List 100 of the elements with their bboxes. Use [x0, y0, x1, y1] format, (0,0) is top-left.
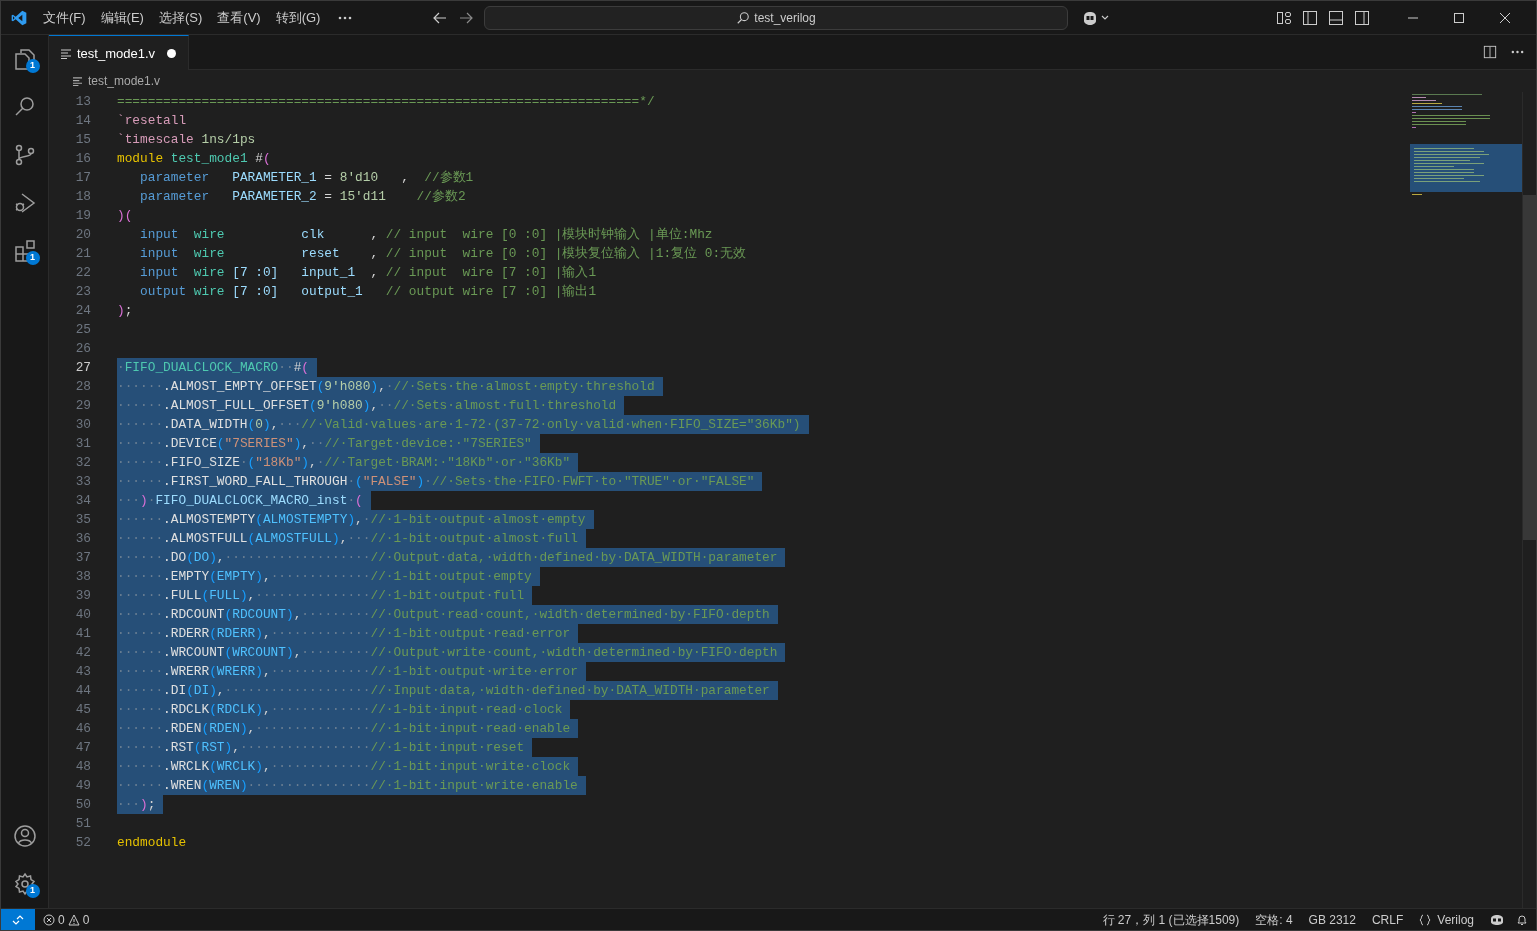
line-number: 50 [74, 796, 91, 814]
line-number: 31 [74, 435, 91, 453]
sidebar-toggle-icon[interactable] [1302, 9, 1318, 26]
line-number: 23 [74, 283, 91, 301]
line-number: 44 [74, 682, 91, 700]
status-item[interactable]: GB 2312 [1308, 910, 1356, 929]
code-line: parameter PARAMETER_2 = 15'd11 //参数2 [139, 189, 466, 204]
code-line: )( [117, 208, 133, 223]
badge-count: 1 [25, 251, 40, 265]
line-number: 48 [74, 758, 91, 776]
code-line: ······.WRCLK(WRCLK),·············//·1-bit·input·write·clock [117, 759, 571, 774]
code-line: ······.ALMOST_EMPTY_OFFSET(9'h080),·//·Sets·the·almost·empty·threshold [117, 379, 655, 394]
badge-count: 1 [25, 884, 40, 898]
code-line: `timescale 1ns/1ps [117, 132, 256, 147]
extensions-icon[interactable] [12, 239, 37, 263]
line-number: 21 [74, 245, 91, 263]
menu-item[interactable]: 编辑(E) [100, 7, 144, 28]
line-number: 32 [74, 454, 91, 472]
code-line: ······.WREN(WREN)················//·1-bit·input·write·enable [117, 778, 578, 793]
code-line: ······.ALMOST_FULL_OFFSET(9'h080),··//·Sets·almost·full·threshold [117, 398, 617, 413]
line-number: 17 [74, 169, 91, 187]
line-number: 45 [74, 701, 91, 719]
line-number: 35 [74, 511, 91, 529]
code-line: endmodule [117, 835, 187, 850]
split-editor-icon[interactable] [1483, 45, 1497, 59]
line-number: 15 [74, 131, 91, 149]
code-line: ···)·FIFO_DUALCLOCK_MACRO_inst·( [117, 493, 363, 508]
code-line: ······.DO(DO),···················//·Output·data,·width·defined·by·DATA_WIDTH·parameter [117, 550, 778, 565]
code-line: parameter PARAMETER_1 = 8'd10 , //参数1 [139, 170, 474, 185]
line-number: 33 [74, 473, 91, 491]
code-line: `resetall [117, 113, 187, 128]
line-number: 19 [74, 207, 91, 225]
bell-icon[interactable] [1516, 913, 1528, 926]
line-number: 41 [74, 625, 91, 643]
line-number: 42 [74, 644, 91, 662]
menu-item[interactable]: 文件(F) [43, 7, 86, 28]
code-line: ······.DI(DI),···················//·Input·data,·width·defined·by·DATA_WIDTH·parameter [117, 683, 770, 698]
copilot-icon[interactable] [1490, 913, 1504, 926]
line-number: 27 [74, 359, 91, 377]
line-number: 47 [74, 739, 91, 757]
problems-status[interactable]: 0 0 [43, 910, 90, 929]
editor-tab[interactable]: test_mode1.v [49, 35, 190, 71]
line-number: 37 [74, 549, 91, 567]
remote-icon [12, 913, 24, 926]
line-number: 25 [74, 321, 91, 339]
line-number: 18 [74, 188, 91, 206]
language-mode[interactable]: Verilog [1437, 910, 1474, 929]
tab-label: test_mode1.v [77, 44, 156, 63]
status-item[interactable]: 行 27，列 1 (已选择1509) [1102, 910, 1240, 929]
account-icon[interactable] [12, 824, 37, 848]
code-line: ······.WRERR(WRERR),·············//·1-bit·output·write·error [117, 664, 578, 679]
line-number: 46 [74, 720, 91, 738]
copilot-icon[interactable] [1082, 9, 1110, 26]
menu-item[interactable]: 转到(G) [275, 7, 321, 28]
line-number: 20 [74, 226, 91, 244]
scrollbar-thumb[interactable] [1523, 195, 1536, 540]
breadcrumb-item[interactable]: test_mode1.v [88, 72, 161, 90]
code-line: ···); [117, 797, 156, 812]
search-icon [736, 10, 751, 25]
more-actions-icon[interactable] [1511, 50, 1524, 54]
line-number: 22 [74, 264, 91, 282]
code-line: ······.DATA_WIDTH(0),···//·Valid·values·are·1-72·(37-72·only·valid·when·FIFO_SIZE="36Kb") [117, 417, 801, 432]
code-line: ······.ALMOSTFULL(ALMOSTFULL),···//·1-bit·output·almost·full [117, 531, 578, 546]
line-number: 30 [74, 416, 91, 434]
layout-icon[interactable] [1276, 9, 1292, 26]
code-line: ······.ALMOSTEMPTY(ALMOSTEMPTY),·//·1-bit·output·almost·empty [117, 512, 586, 527]
command-center-search[interactable]: test_verilog [484, 5, 1068, 30]
file-lines-icon [73, 76, 82, 86]
secondary-sidebar-toggle-icon[interactable] [1354, 9, 1370, 26]
file-lines-icon [61, 48, 71, 59]
line-number: 24 [74, 302, 91, 320]
line-number: 14 [74, 112, 91, 130]
search-text: test_verilog [754, 9, 816, 27]
code-line: ······.DEVICE("7SERIES"),··//·Target·device:·"7SERIES" [117, 436, 532, 451]
error-count: 0 [58, 911, 65, 929]
warning-count: 0 [82, 911, 90, 929]
settings-icon[interactable] [12, 872, 37, 896]
line-number: 38 [74, 568, 91, 586]
warning-icon [67, 913, 80, 926]
code-line: ······.RST(RST),·················//·1-bit·input·reset [117, 740, 525, 755]
code-line: ====================================================================*/ [117, 94, 655, 109]
code-line: ······.EMPTY(EMPTY),·············//·1-bit·output·empty [117, 569, 532, 584]
files-icon[interactable] [12, 47, 37, 71]
panel-toggle-icon[interactable] [1328, 9, 1344, 26]
menu-item[interactable]: 选择(S) [158, 7, 203, 28]
code-line: ······.RDEN(RDEN),···············//·1-bit·input·read·enable [117, 721, 571, 736]
code-line: ······.RDCOUNT(RDCOUNT),·········//·Output·read·count,·width·determined·by·FIFO·depth [117, 607, 770, 622]
code-line: ·FIFO_DUALCLOCK_MACRO··#( [117, 360, 309, 375]
menu-item[interactable]: 查看(V) [217, 7, 261, 28]
braces-icon [1419, 913, 1432, 926]
code-line: module test_mode1 #( [117, 151, 271, 166]
code-line: input wire reset , // input wire [0 :0] |模块复位输入 |1:复位 0:无效 [139, 246, 747, 261]
more-icon[interactable] [338, 15, 353, 20]
code-line: ······.RDERR(RDERR),·············//·1-bit·output·read·error [117, 626, 571, 641]
line-number: 29 [74, 397, 91, 415]
code-line: ······.WRCOUNT(WRCOUNT),·········//·Output·write·count,·width·determined·by·FIFO·depth [117, 645, 778, 660]
status-item[interactable]: 空格: 4 [1255, 910, 1293, 929]
badge-count: 1 [25, 59, 40, 73]
line-number: 52 [74, 834, 91, 852]
status-item[interactable]: CRLF [1371, 910, 1404, 929]
